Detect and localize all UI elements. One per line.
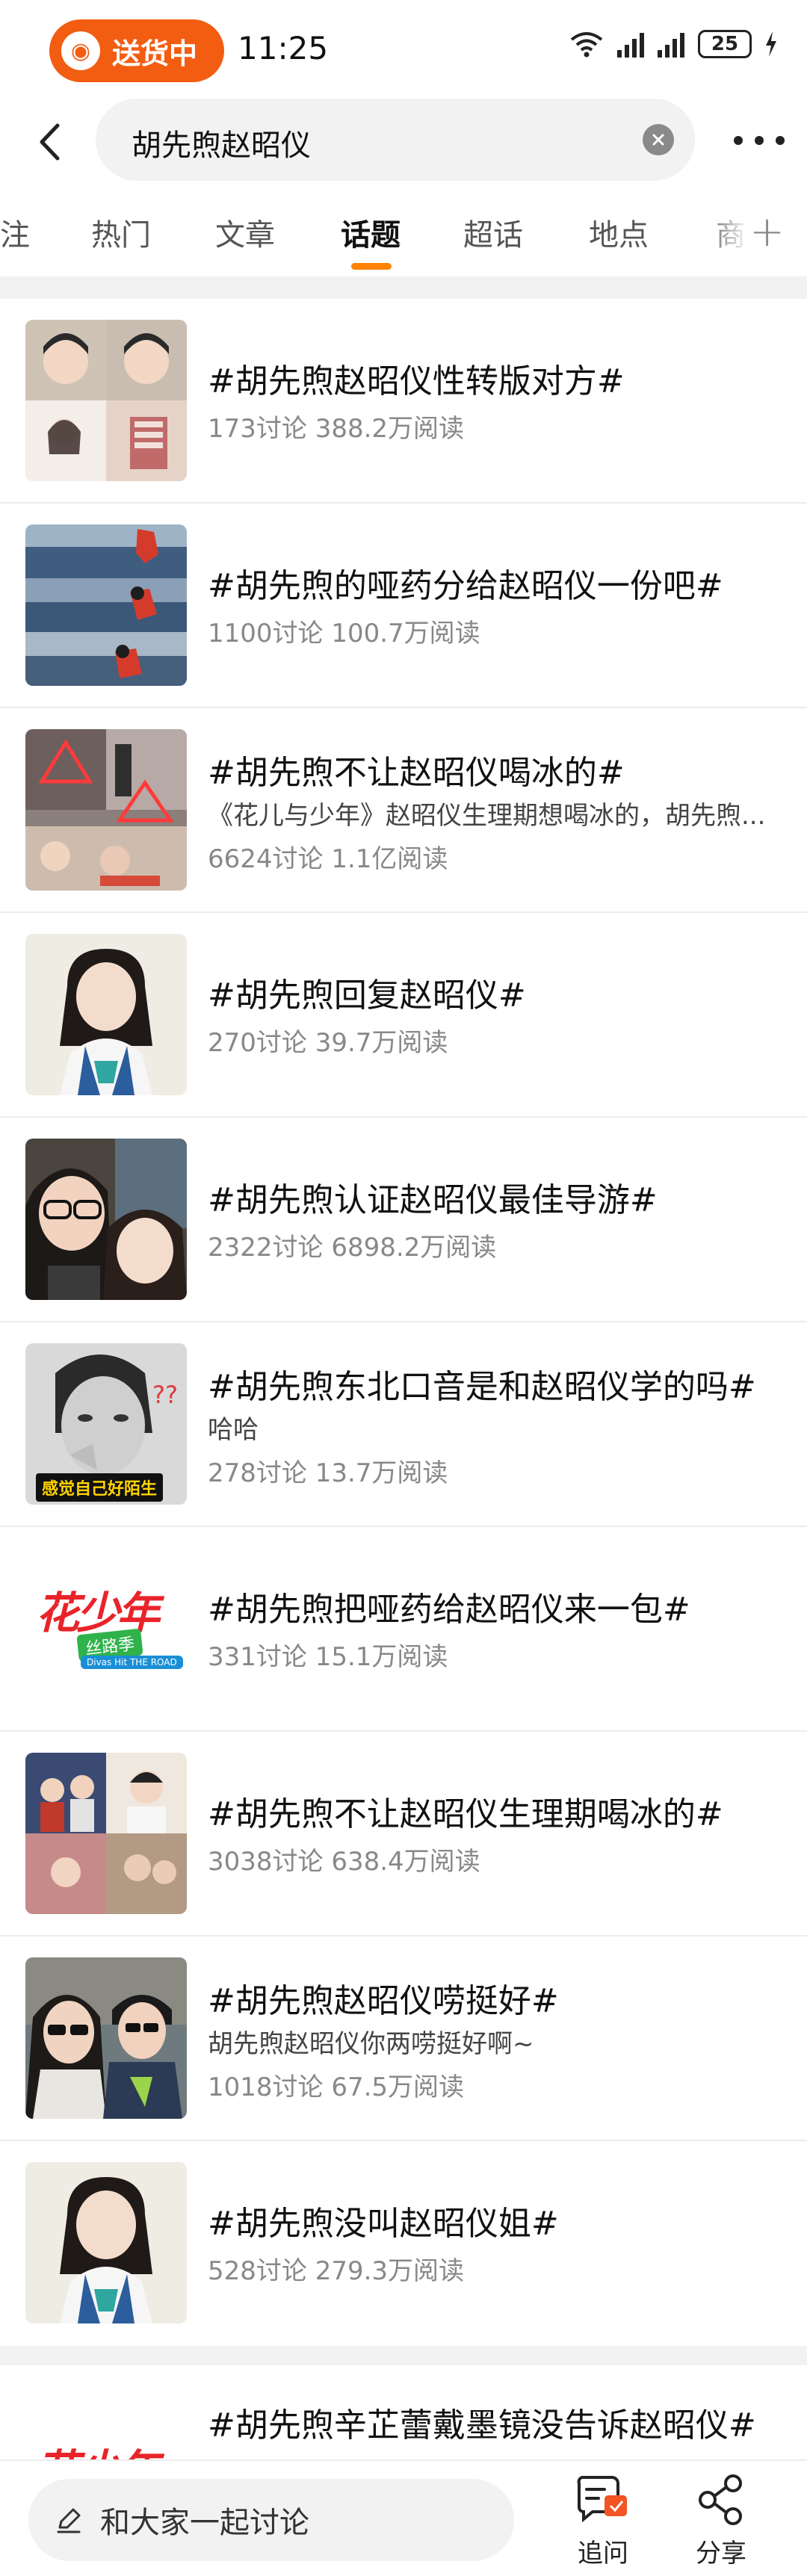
- topic-thumbnail: 花少年 丝路季 Divas Hit THE ROAD: [25, 1548, 187, 1709]
- search-header: 胡先煦赵昭仪: [0, 97, 807, 187]
- section-divider: [0, 2346, 807, 2365]
- tab-super-topic[interactable]: 超话: [463, 211, 523, 254]
- topic-thumbnail: [25, 1957, 187, 2119]
- topic-item[interactable]: #胡先煦不让赵昭仪喝冰的# 《花儿与少年》赵昭仪生理期想喝冰的，胡先煦... 6…: [0, 708, 807, 913]
- ask-icon: [577, 2476, 627, 2523]
- discussion-input[interactable]: 和大家一起讨论: [28, 2479, 514, 2561]
- topic-description: 胡先煦赵昭仪你两唠挺好啊~: [208, 2029, 534, 2059]
- topic-title: #胡先煦东北口音是和赵昭仪学的吗#: [208, 1368, 756, 1406]
- more-options-button[interactable]: [729, 126, 789, 155]
- tab-article[interactable]: 文章: [215, 211, 275, 254]
- search-tabs: 注 热门 文章 话题 超话 地点 商 +: [0, 194, 807, 276]
- tab-location[interactable]: 地点: [589, 211, 649, 254]
- delivery-status-pill[interactable]: ◉ 送货中: [49, 19, 224, 82]
- topic-stats: 278讨论 13.7万阅读: [208, 1458, 448, 1488]
- battery-icon: 25: [698, 30, 752, 58]
- topic-title: #胡先煦把哑药给赵昭仪来一包#: [208, 1591, 690, 1629]
- topic-stats: 173讨论 388.2万阅读: [208, 414, 465, 444]
- topic-thumbnail: 花少年: [25, 2395, 187, 2459]
- topic-thumbnail: [25, 729, 187, 891]
- topic-item[interactable]: #胡先煦赵昭仪唠挺好# 胡先煦赵昭仪你两唠挺好啊~ 1018讨论 67.5万阅读: [0, 1936, 807, 2141]
- topic-description: 哈哈: [208, 1415, 259, 1445]
- topic-stats: 2322讨论 6898.2万阅读: [208, 1233, 497, 1263]
- clock: 11:25: [238, 30, 329, 66]
- close-icon: [652, 134, 664, 146]
- topic-stats: 270讨论 39.7万阅读: [208, 1028, 448, 1058]
- topic-thumbnail: [25, 1139, 187, 1300]
- tab-follow[interactable]: 注: [0, 211, 30, 254]
- pencil-icon: [57, 2508, 81, 2533]
- topic-item[interactable]: #胡先煦的哑药分给赵昭仪一份吧# 1100讨论 100.7万阅读: [0, 504, 807, 708]
- show-logo-en: Divas Hit THE ROAD: [81, 1656, 183, 1669]
- share-label: 分享: [696, 2539, 746, 2569]
- topic-stats: 3038讨论 638.4万阅读: [208, 1847, 480, 1877]
- topic-title: #胡先煦没叫赵昭仪姐#: [208, 2205, 559, 2243]
- topic-item[interactable]: #胡先煦不让赵昭仪生理期喝冰的# 3038讨论 638.4万阅读: [0, 1732, 807, 1936]
- back-arrow-icon: [40, 123, 60, 161]
- follow-up-label: 追问: [578, 2539, 628, 2569]
- topic-title: #胡先煦辛芷蕾戴墨镜没告诉赵昭仪#: [208, 2406, 756, 2445]
- topic-thumbnail: [25, 524, 187, 686]
- topic-item[interactable]: #胡先煦赵昭仪性转版对方# 173讨论 388.2万阅读: [0, 299, 807, 504]
- topic-title: #胡先煦不让赵昭仪喝冰的#: [208, 754, 625, 792]
- topic-title: #胡先煦赵昭仪唠挺好#: [208, 1982, 559, 2020]
- topic-title: #胡先煦回复赵昭仪#: [208, 976, 526, 1015]
- search-query-text: 胡先煦赵昭仪: [132, 129, 311, 163]
- topic-title: #胡先煦不让赵昭仪生理期喝冰的#: [208, 1795, 723, 1833]
- topic-description: 《花儿与少年》赵昭仪生理期想喝冰的，胡先煦...: [208, 801, 766, 831]
- share-icon: [699, 2474, 742, 2525]
- topic-thumbnail: [25, 1753, 187, 1914]
- search-input[interactable]: 胡先煦赵昭仪: [96, 99, 695, 181]
- status-bar: ◉ 送货中 11:25 25: [0, 0, 807, 97]
- topic-thumbnail: [25, 2162, 187, 2323]
- topic-title: #胡先煦赵昭仪性转版对方#: [208, 362, 625, 400]
- system-icons: 25: [569, 30, 777, 58]
- shopping-bag-icon: ◉: [61, 31, 100, 70]
- topic-item[interactable]: 花少年 丝路季 Divas Hit THE ROAD #胡先煦把哑药给赵昭仪来一…: [0, 1527, 807, 1732]
- bottom-bar: 和大家一起讨论 追问 分享: [0, 2459, 807, 2576]
- show-logo-main: 花少年: [36, 2436, 160, 2459]
- tab-hot[interactable]: 热门: [91, 211, 151, 254]
- charging-bolt-icon: [766, 31, 776, 57]
- thumbnail-caption: 感觉自己好陌生: [36, 1473, 164, 1502]
- discussion-placeholder: 和大家一起讨论: [100, 2506, 309, 2540]
- signal-icon: [617, 31, 644, 58]
- topic-title: #胡先煦的哑药分给赵昭仪一份吧#: [208, 567, 723, 605]
- topic-stats: 1100讨论 100.7万阅读: [208, 619, 480, 648]
- tab-topic[interactable]: 话题: [341, 211, 401, 254]
- topic-thumbnail: ?? 感觉自己好陌生: [25, 1343, 187, 1505]
- topic-thumbnail: [25, 934, 187, 1095]
- topic-list: #胡先煦赵昭仪性转版对方# 173讨论 388.2万阅读 #胡先煦的哑药分给赵昭…: [0, 299, 807, 2346]
- add-tab-icon[interactable]: +: [749, 208, 785, 256]
- clear-search-button[interactable]: [643, 124, 674, 155]
- topic-title: #胡先煦认证赵昭仪最佳导游#: [208, 1181, 658, 1219]
- topic-stats: 6624讨论 1.1亿阅读: [208, 844, 448, 874]
- topic-stats: 1018讨论 67.5万阅读: [208, 2072, 465, 2102]
- topic-thumbnail: [25, 320, 187, 481]
- signal-icon-2: [658, 31, 684, 58]
- follow-up-button[interactable]: 追问: [562, 2470, 644, 2575]
- topic-stats: 331讨论 15.1万阅读: [208, 1642, 448, 1672]
- section-divider: [0, 276, 807, 299]
- dot: [734, 136, 743, 145]
- topic-item[interactable]: 花少年 #胡先煦辛芷蕾戴墨镜没告诉赵昭仪#: [0, 2365, 807, 2459]
- active-tab-indicator: [351, 263, 392, 270]
- svg-text:??: ??: [152, 1381, 178, 1409]
- share-button[interactable]: 分享: [680, 2470, 762, 2575]
- wifi-icon: [570, 32, 603, 58]
- topic-stats: 528讨论 279.3万阅读: [208, 2256, 465, 2286]
- dot: [755, 136, 764, 145]
- show-logo: 花少年 丝路季 Divas Hit THE ROAD: [36, 1578, 183, 1682]
- dot: [776, 136, 785, 145]
- back-button[interactable]: [27, 114, 72, 170]
- topic-item[interactable]: #胡先煦没叫赵昭仪姐# 528讨论 279.3万阅读: [0, 2141, 807, 2346]
- topic-item[interactable]: #胡先煦认证赵昭仪最佳导游# 2322讨论 6898.2万阅读: [0, 1118, 807, 1322]
- delivery-label: 送货中: [112, 37, 198, 70]
- topic-item[interactable]: #胡先煦回复赵昭仪# 270讨论 39.7万阅读: [0, 913, 807, 1118]
- topic-item[interactable]: ?? 感觉自己好陌生 #胡先煦东北口音是和赵昭仪学的吗# 哈哈 278讨论 13…: [0, 1322, 807, 1527]
